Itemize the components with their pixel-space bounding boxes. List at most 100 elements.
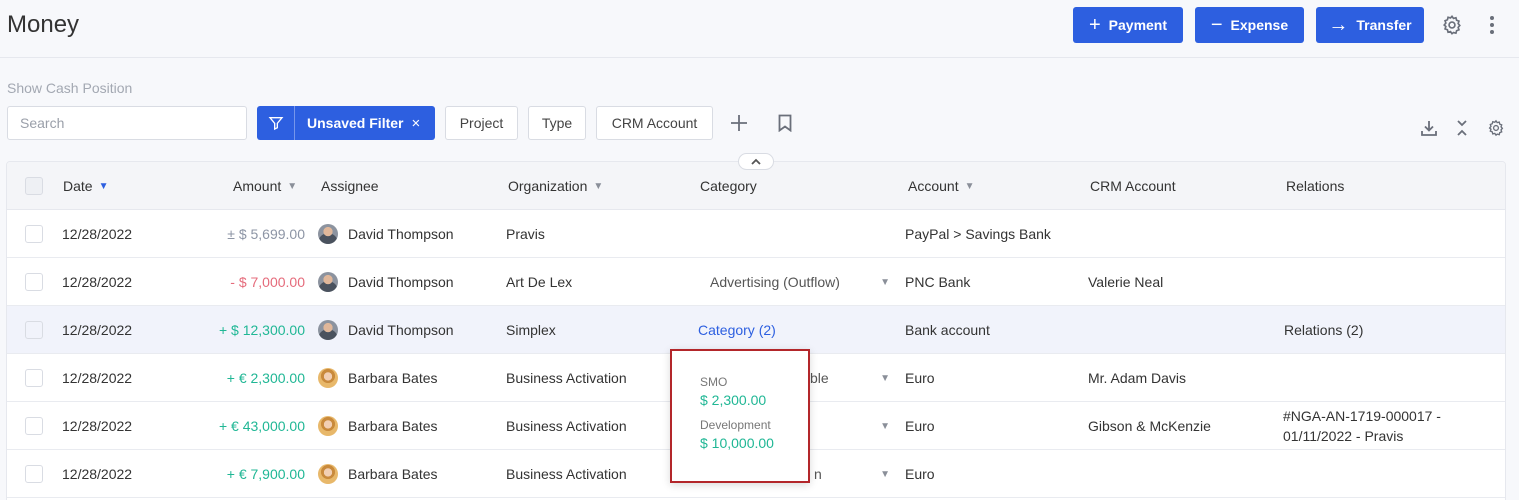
- chevron-down-icon: ▼: [880, 276, 890, 288]
- add-expense-button[interactable]: − Expense: [1195, 7, 1304, 43]
- assignee-cell[interactable]: Barbara Bates: [318, 402, 438, 450]
- crm-account-filter-button[interactable]: CRM Account: [596, 106, 713, 140]
- row-checkbox[interactable]: [25, 321, 43, 339]
- column-header-date[interactable]: Date ▼: [63, 178, 108, 194]
- column-header-category[interactable]: Category: [700, 178, 757, 194]
- organization-cell[interactable]: Business Activation: [506, 402, 627, 450]
- chevron-down-icon: ▼: [98, 180, 109, 192]
- filter-icon[interactable]: [257, 106, 295, 140]
- chevron-down-icon: ▼: [593, 180, 604, 192]
- relations-link[interactable]: Relations (2): [1284, 306, 1363, 354]
- project-filter-button[interactable]: Project: [445, 106, 518, 140]
- table-row[interactable]: 12/28/2022 + $ 12,300.00 David Thompson …: [7, 306, 1505, 354]
- organization-cell[interactable]: Art De Lex: [506, 258, 572, 306]
- column-header-organization[interactable]: Organization ▼: [508, 178, 603, 194]
- close-icon[interactable]: ×: [411, 115, 420, 132]
- column-header-assignee[interactable]: Assignee: [321, 178, 379, 194]
- date-cell: 12/28/2022: [62, 322, 133, 338]
- account-cell[interactable]: PayPal > Savings Bank: [905, 210, 1051, 258]
- account-cell[interactable]: Euro: [905, 402, 935, 450]
- plus-icon: +: [1088, 14, 1101, 36]
- account-cell[interactable]: Euro: [905, 450, 935, 498]
- amount-cell: - $ 7,000.00: [230, 274, 305, 290]
- avatar: [318, 320, 338, 340]
- chevron-down-icon: ▼: [880, 468, 890, 480]
- avatar: [318, 368, 338, 388]
- table-row[interactable]: 12/28/2022 - $ 7,000.00 David Thompson A…: [7, 258, 1505, 306]
- popover-category-value: $ 10,000.00: [700, 435, 774, 451]
- popover-category-value: $ 2,300.00: [700, 392, 767, 408]
- bookmark-icon[interactable]: [774, 112, 796, 134]
- column-header-amount[interactable]: Amount ▼: [233, 178, 297, 194]
- select-all-checkbox[interactable]: [25, 177, 43, 195]
- crm-account-cell[interactable]: Gibson & McKenzie: [1088, 402, 1211, 450]
- search-input[interactable]: [7, 106, 247, 140]
- avatar: [318, 464, 338, 484]
- popover-category-label: Development: [700, 418, 771, 432]
- row-checkbox[interactable]: [25, 225, 43, 243]
- assignee-cell[interactable]: Barbara Bates: [318, 450, 438, 498]
- plus-icon[interactable]: [728, 112, 750, 134]
- date-cell: 12/28/2022: [62, 274, 133, 290]
- assignee-cell[interactable]: David Thompson: [318, 210, 454, 258]
- column-header-account[interactable]: Account ▼: [908, 178, 975, 194]
- chevron-down-icon: ▼: [880, 420, 890, 432]
- payment-label: Payment: [1108, 17, 1168, 33]
- column-header-crm-account[interactable]: CRM Account: [1090, 178, 1176, 194]
- amount-cell: + € 2,300.00: [226, 370, 305, 386]
- crm-account-cell[interactable]: Mr. Adam Davis: [1088, 354, 1186, 402]
- row-checkbox[interactable]: [25, 465, 43, 483]
- amount-cell: ± $ 5,699.00: [227, 226, 305, 242]
- amount-cell: + € 43,000.00: [218, 418, 305, 434]
- unsaved-filter-chip[interactable]: Unsaved Filter ×: [257, 106, 435, 140]
- category-dropdown[interactable]: Advertising (Outflow) ▼: [710, 258, 890, 306]
- row-checkbox[interactable]: [25, 369, 43, 387]
- chevron-up-icon: [751, 158, 761, 165]
- popover-category-label: SMO: [700, 375, 728, 389]
- gear-icon[interactable]: [1439, 12, 1465, 38]
- assignee-cell[interactable]: David Thompson: [318, 306, 454, 354]
- assignee-cell[interactable]: David Thompson: [318, 258, 454, 306]
- assignee-cell[interactable]: Barbara Bates: [318, 354, 438, 402]
- chevron-down-icon: ▼: [880, 372, 890, 384]
- chevron-down-icon: ▼: [287, 180, 298, 192]
- avatar: [318, 272, 338, 292]
- row-checkbox[interactable]: [25, 273, 43, 291]
- collapse-filters-toggle[interactable]: [738, 153, 774, 170]
- row-checkbox[interactable]: [25, 417, 43, 435]
- minus-icon: −: [1210, 14, 1223, 36]
- avatar: [318, 416, 338, 436]
- settings-icon[interactable]: [1485, 117, 1507, 139]
- collapse-icon[interactable]: [1451, 117, 1473, 139]
- more-vertical-icon[interactable]: [1479, 12, 1505, 38]
- expense-label: Expense: [1230, 17, 1289, 33]
- date-cell: 12/28/2022: [62, 418, 133, 434]
- table-row[interactable]: 12/28/2022 ± $ 5,699.00 David Thompson P…: [7, 210, 1505, 258]
- account-cell[interactable]: Bank account: [905, 306, 990, 354]
- organization-cell[interactable]: Pravis: [506, 210, 545, 258]
- transfer-label: Transfer: [1356, 17, 1412, 33]
- category-breakdown-popover: SMO $ 2,300.00 Development $ 10,000.00: [670, 349, 810, 483]
- show-cash-position-link[interactable]: Show Cash Position: [7, 80, 132, 96]
- relations-link[interactable]: #NGA-AN-1719-000017 - 01/11/2022 - Pravi…: [1283, 402, 1483, 450]
- organization-cell[interactable]: Business Activation: [506, 450, 627, 498]
- page-title: Money: [7, 11, 80, 38]
- organization-cell[interactable]: Simplex: [506, 306, 556, 354]
- page-header: Money + Payment − Expense → Transfer: [0, 0, 1519, 58]
- avatar: [318, 224, 338, 244]
- date-cell: 12/28/2022: [62, 226, 133, 242]
- column-header-relations[interactable]: Relations: [1286, 178, 1344, 194]
- download-icon[interactable]: [1418, 117, 1440, 139]
- account-cell[interactable]: PNC Bank: [905, 258, 970, 306]
- add-transfer-button[interactable]: → Transfer: [1316, 7, 1424, 43]
- filter-chip-label: Unsaved Filter: [307, 115, 404, 131]
- add-payment-button[interactable]: + Payment: [1073, 7, 1183, 43]
- amount-cell: + € 7,900.00: [226, 466, 305, 482]
- organization-cell[interactable]: Business Activation: [506, 354, 627, 402]
- category-link[interactable]: Category (2): [698, 306, 776, 354]
- type-filter-button[interactable]: Type: [528, 106, 586, 140]
- crm-account-cell[interactable]: Valerie Neal: [1088, 258, 1163, 306]
- date-cell: 12/28/2022: [62, 466, 133, 482]
- amount-cell: + $ 12,300.00: [218, 322, 305, 338]
- account-cell[interactable]: Euro: [905, 354, 935, 402]
